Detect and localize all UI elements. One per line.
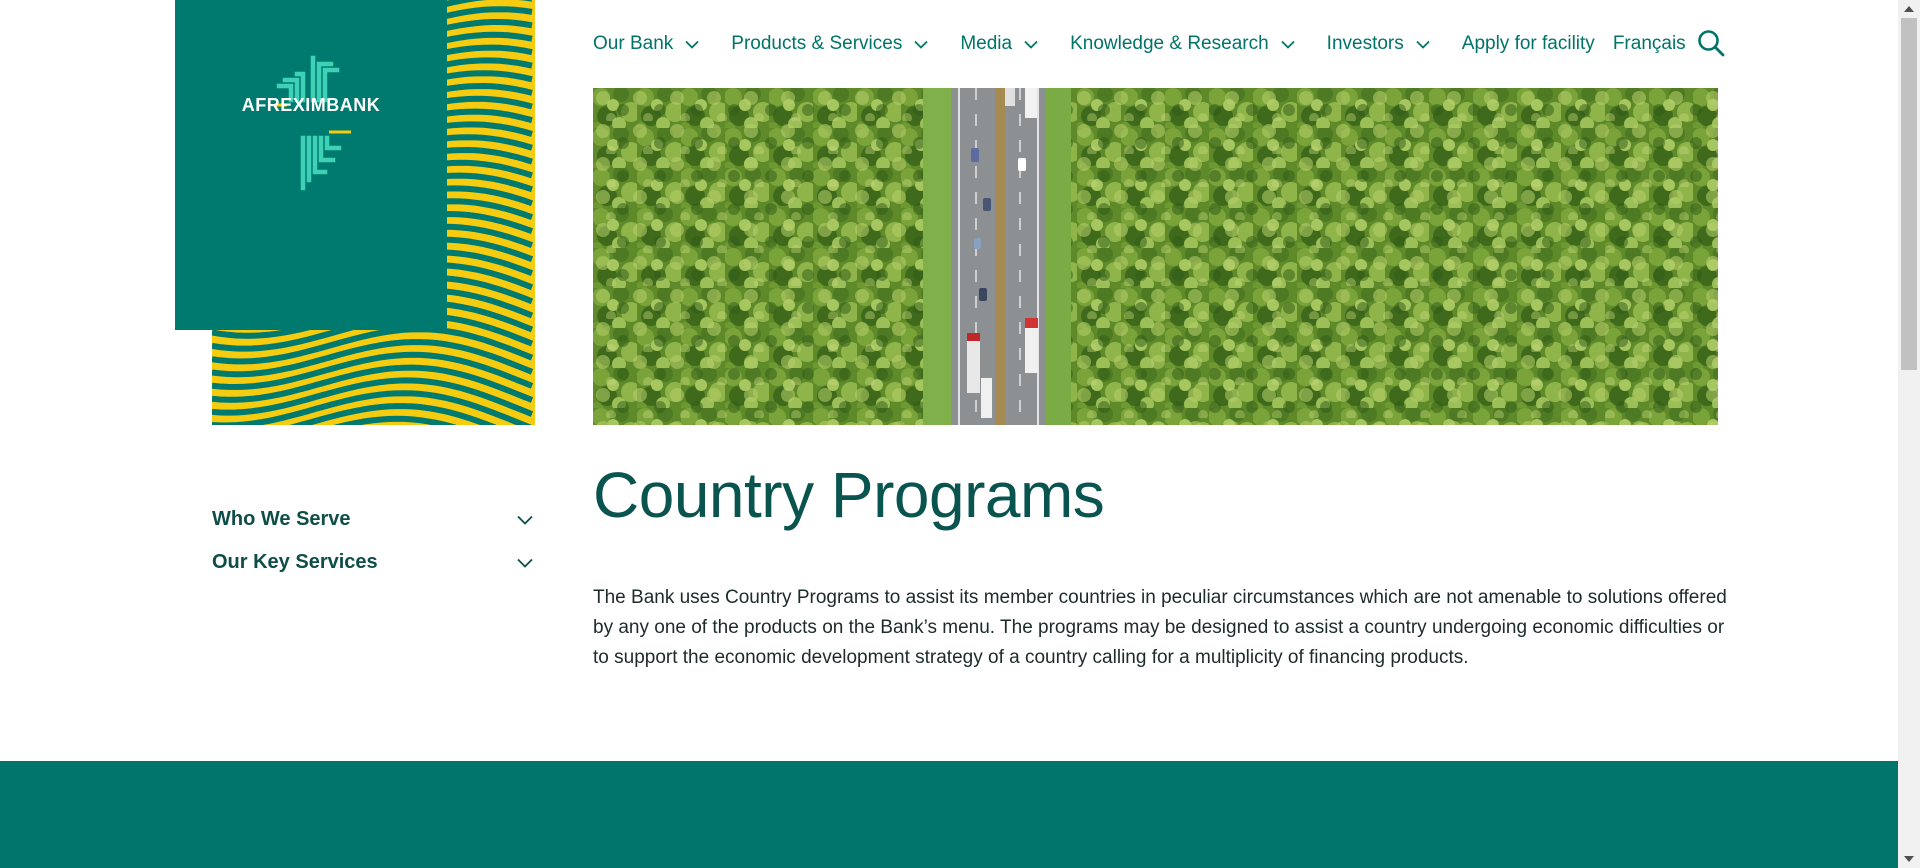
chevron-down-icon bbox=[1281, 40, 1295, 49]
nav-our-bank[interactable]: Our Bank bbox=[593, 33, 699, 55]
logo-box[interactable]: AFREXIMBANK bbox=[175, 0, 447, 330]
chevron-down-icon bbox=[1416, 40, 1430, 49]
page-title: Country Programs bbox=[593, 459, 1105, 531]
logo-area[interactable]: AFREXIMBANK bbox=[175, 0, 535, 425]
scrollbar-thumb[interactable] bbox=[1901, 18, 1917, 370]
sidebar-item-label: Who We Serve bbox=[212, 508, 351, 530]
scroll-down-arrow-icon[interactable] bbox=[1898, 850, 1920, 868]
sidebar-menu: Who We Serve Our Key Services bbox=[212, 498, 535, 584]
page-body-text: The Bank uses Country Programs to assist… bbox=[593, 587, 1727, 668]
sidebar-item-our-key-services[interactable]: Our Key Services bbox=[212, 541, 535, 584]
nav-investors-label: Investors bbox=[1326, 33, 1404, 54]
nav-knowledge-research-label: Knowledge & Research bbox=[1070, 33, 1269, 54]
afreximbank-logo-mark-icon bbox=[275, 55, 351, 191]
scrollbar[interactable] bbox=[1898, 0, 1920, 868]
nav-investors[interactable]: Investors bbox=[1327, 33, 1430, 55]
search-icon[interactable] bbox=[1697, 29, 1725, 57]
hero-image bbox=[593, 88, 1718, 425]
language-switch-link[interactable]: Français bbox=[1613, 33, 1686, 55]
scroll-up-arrow-icon[interactable] bbox=[1898, 0, 1920, 18]
sidebar-item-label: Our Key Services bbox=[212, 551, 378, 573]
nav-media-label: Media bbox=[960, 33, 1013, 54]
sidebar-item-who-we-serve[interactable]: Who We Serve bbox=[212, 498, 535, 541]
nav-knowledge-research[interactable]: Knowledge & Research bbox=[1070, 33, 1295, 55]
chevron-down-icon bbox=[914, 40, 928, 49]
nav-products-services[interactable]: Products & Services bbox=[731, 33, 928, 55]
nav-media[interactable]: Media bbox=[960, 33, 1038, 55]
footer-band bbox=[0, 761, 1898, 868]
main-navigation: Our Bank Products & Services Media Knowl… bbox=[593, 30, 1704, 58]
chevron-down-icon bbox=[517, 558, 533, 568]
nav-products-services-label: Products & Services bbox=[731, 33, 903, 54]
logo-text: AFREXIMBANK bbox=[241, 95, 381, 115]
nav-our-bank-label: Our Bank bbox=[593, 33, 674, 54]
chevron-down-icon bbox=[1024, 40, 1038, 49]
chevron-down-icon bbox=[517, 515, 533, 525]
chevron-down-icon bbox=[685, 40, 699, 49]
apply-for-facility-link[interactable]: Apply for facility bbox=[1462, 33, 1595, 55]
